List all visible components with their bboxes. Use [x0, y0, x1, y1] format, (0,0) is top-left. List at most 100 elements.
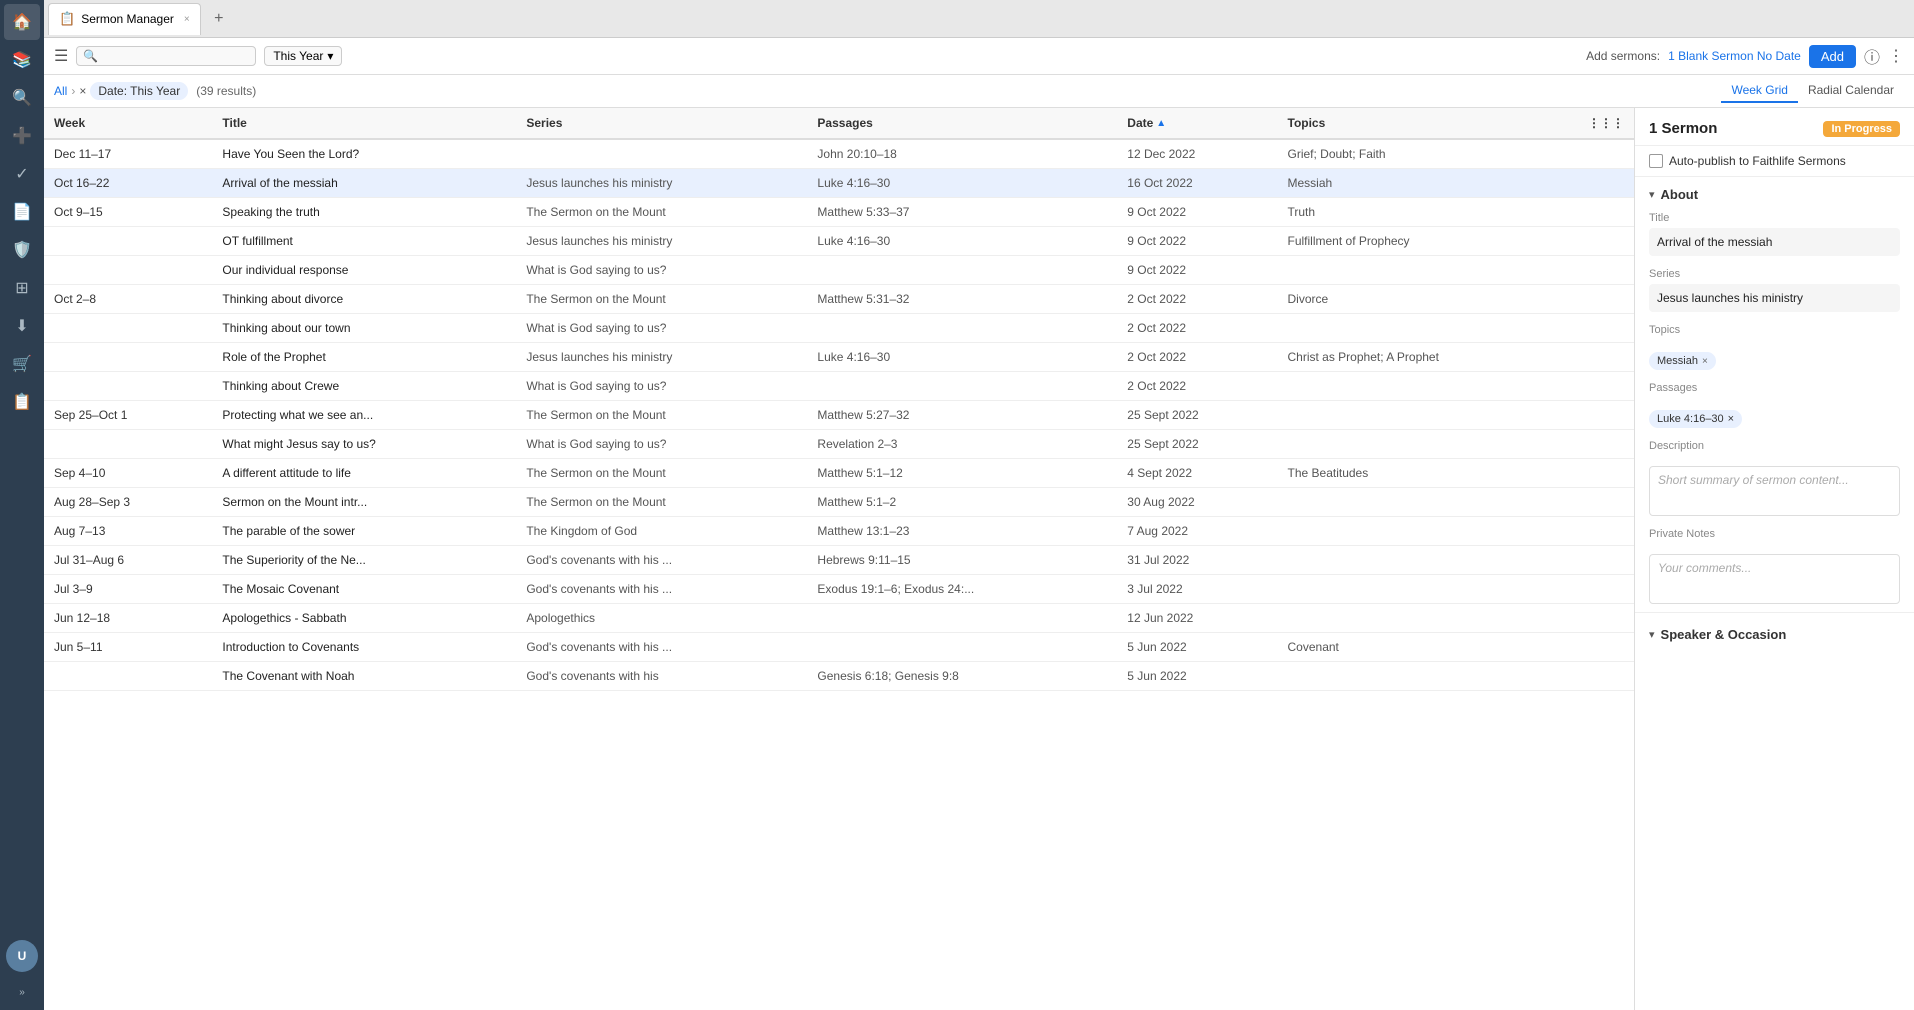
- cell-title[interactable]: Thinking about Crewe: [212, 372, 516, 401]
- sidebar-item-tasks[interactable]: ✓: [4, 156, 40, 192]
- sermon-table: Week Title Series Passages Date ▲ Topics…: [44, 108, 1634, 691]
- topic-tag-remove-icon[interactable]: ×: [1702, 356, 1708, 367]
- sidebar-item-cart[interactable]: 🛒: [4, 346, 40, 382]
- search-input[interactable]: [102, 49, 222, 63]
- cell-title[interactable]: The Superiority of the Ne...: [212, 546, 516, 575]
- filter-bar: All › × Date: This Year (39 results) Wee…: [44, 75, 1914, 108]
- auto-publish-checkbox[interactable]: [1649, 154, 1663, 168]
- col-header-series[interactable]: Series: [516, 108, 807, 139]
- about-section-header[interactable]: ▾ About: [1635, 177, 1914, 208]
- passage-tag-remove-icon[interactable]: ×: [1728, 413, 1734, 425]
- table-row[interactable]: Thinking about our town What is God sayi…: [44, 314, 1634, 343]
- sidebar-item-search[interactable]: 🔍: [4, 80, 40, 116]
- auto-publish-label[interactable]: Auto-publish to Faithlife Sermons: [1669, 154, 1846, 168]
- auto-publish-row[interactable]: Auto-publish to Faithlife Sermons: [1635, 146, 1914, 177]
- table-row[interactable]: Thinking about Crewe What is God saying …: [44, 372, 1634, 401]
- cell-title[interactable]: Our individual response: [212, 256, 516, 285]
- cell-title[interactable]: Thinking about divorce: [212, 285, 516, 314]
- chevron-down-icon: ▾: [327, 49, 333, 63]
- cell-topics: [1278, 575, 1579, 604]
- new-tab-button[interactable]: +: [205, 5, 233, 33]
- cell-title[interactable]: Role of the Prophet: [212, 343, 516, 372]
- cell-title[interactable]: Apologethics - Sabbath: [212, 604, 516, 633]
- cell-title[interactable]: What might Jesus say to us?: [212, 430, 516, 459]
- table-row[interactable]: Jun 12–18 Apologethics - Sabbath Apologe…: [44, 604, 1634, 633]
- cell-title[interactable]: Arrival of the messiah: [212, 169, 516, 198]
- cell-week: [44, 430, 212, 459]
- private-notes-textarea[interactable]: Your comments...: [1649, 554, 1900, 604]
- table-row[interactable]: Jun 5–11 Introduction to Covenants God's…: [44, 633, 1634, 662]
- sidebar-item-library[interactable]: 📚: [4, 42, 40, 78]
- cell-week: Jun 5–11: [44, 633, 212, 662]
- table-row[interactable]: Oct 9–15 Speaking the truth The Sermon o…: [44, 198, 1634, 227]
- col-header-passages[interactable]: Passages: [807, 108, 1117, 139]
- table-row[interactable]: Sep 25–Oct 1 Protecting what we see an..…: [44, 401, 1634, 430]
- blank-sermon-link[interactable]: 1 Blank Sermon No Date: [1668, 49, 1801, 63]
- col-header-date[interactable]: Date ▲: [1117, 108, 1277, 139]
- table-row[interactable]: Aug 28–Sep 3 Sermon on the Mount intr...…: [44, 488, 1634, 517]
- section-divider: [1635, 612, 1914, 613]
- passage-tag-luke[interactable]: Luke 4:16–30 ×: [1649, 410, 1742, 428]
- sermon-manager-tab[interactable]: 📋 Sermon Manager ×: [48, 3, 201, 35]
- cell-passages: Matthew 5:33–37: [807, 198, 1117, 227]
- date-filter-chip[interactable]: Date: This Year: [90, 82, 188, 100]
- cell-title[interactable]: A different attitude to life: [212, 459, 516, 488]
- cell-title[interactable]: Protecting what we see an...: [212, 401, 516, 430]
- cell-title[interactable]: The Mosaic Covenant: [212, 575, 516, 604]
- sidebar-item-grid[interactable]: ⊞: [4, 270, 40, 306]
- more-options-button[interactable]: ⋮: [1888, 46, 1904, 66]
- cell-title[interactable]: Introduction to Covenants: [212, 633, 516, 662]
- cell-title[interactable]: The Covenant with Noah: [212, 662, 516, 691]
- table-row[interactable]: Jul 31–Aug 6 The Superiority of the Ne..…: [44, 546, 1634, 575]
- table-row[interactable]: Oct 16–22 Arrival of the messiah Jesus l…: [44, 169, 1634, 198]
- cell-title[interactable]: Speaking the truth: [212, 198, 516, 227]
- table-row[interactable]: Dec 11–17 Have You Seen the Lord? John 2…: [44, 139, 1634, 169]
- expand-sidebar-button[interactable]: »: [4, 982, 40, 1002]
- table-row[interactable]: Our individual response What is God sayi…: [44, 256, 1634, 285]
- remove-filter-icon[interactable]: ×: [79, 84, 86, 98]
- hamburger-button[interactable]: ☰: [54, 46, 68, 66]
- topic-tag-messiah[interactable]: Messiah ×: [1649, 352, 1716, 370]
- cell-title[interactable]: Sermon on the Mount intr...: [212, 488, 516, 517]
- cell-title[interactable]: OT fulfillment: [212, 227, 516, 256]
- series-field-value[interactable]: Jesus launches his ministry: [1649, 284, 1900, 312]
- cell-actions: [1578, 314, 1634, 343]
- sidebar-item-add[interactable]: ➕: [4, 118, 40, 154]
- week-grid-view-button[interactable]: Week Grid: [1721, 79, 1797, 103]
- table-row[interactable]: The Covenant with Noah God's covenants w…: [44, 662, 1634, 691]
- col-header-title[interactable]: Title: [212, 108, 516, 139]
- sidebar-item-home[interactable]: 🏠: [4, 4, 40, 40]
- cell-title[interactable]: Have You Seen the Lord?: [212, 139, 516, 169]
- cell-actions: [1578, 575, 1634, 604]
- cell-actions: [1578, 285, 1634, 314]
- search-box[interactable]: 🔍: [76, 46, 256, 66]
- info-button[interactable]: ⓘ: [1864, 44, 1880, 68]
- col-header-topics[interactable]: Topics: [1278, 108, 1579, 139]
- table-row[interactable]: Jul 3–9 The Mosaic Covenant God's covena…: [44, 575, 1634, 604]
- sidebar-item-download[interactable]: ⬇: [4, 308, 40, 344]
- cell-series: God's covenants with his ...: [516, 575, 807, 604]
- add-button[interactable]: Add: [1809, 45, 1856, 68]
- passage-tag-label: Luke 4:16–30: [1657, 413, 1724, 425]
- sidebar-item-notes[interactable]: 📄: [4, 194, 40, 230]
- table-row[interactable]: Role of the Prophet Jesus launches his m…: [44, 343, 1634, 372]
- sidebar-item-copy[interactable]: 📋: [4, 384, 40, 420]
- table-row[interactable]: Oct 2–8 Thinking about divorce The Sermo…: [44, 285, 1634, 314]
- title-field-value[interactable]: Arrival of the messiah: [1649, 228, 1900, 256]
- table-row[interactable]: What might Jesus say to us? What is God …: [44, 430, 1634, 459]
- col-header-week[interactable]: Week: [44, 108, 212, 139]
- user-avatar[interactable]: U: [6, 940, 38, 972]
- description-textarea[interactable]: Short summary of sermon content...: [1649, 466, 1900, 516]
- cell-actions: [1578, 169, 1634, 198]
- cell-title[interactable]: The parable of the sower: [212, 517, 516, 546]
- radial-calendar-view-button[interactable]: Radial Calendar: [1798, 79, 1904, 103]
- table-row[interactable]: Aug 7–13 The parable of the sower The Ki…: [44, 517, 1634, 546]
- speaker-section-header[interactable]: ▾ Speaker & Occasion: [1635, 617, 1914, 648]
- table-row[interactable]: OT fulfillment Jesus launches his minist…: [44, 227, 1634, 256]
- tab-close-button[interactable]: ×: [184, 14, 190, 25]
- cell-title[interactable]: Thinking about our town: [212, 314, 516, 343]
- all-filter-link[interactable]: All: [54, 84, 67, 98]
- date-filter-dropdown[interactable]: This Year ▾: [264, 46, 342, 66]
- sidebar-item-shield[interactable]: 🛡️: [4, 232, 40, 268]
- table-row[interactable]: Sep 4–10 A different attitude to life Th…: [44, 459, 1634, 488]
